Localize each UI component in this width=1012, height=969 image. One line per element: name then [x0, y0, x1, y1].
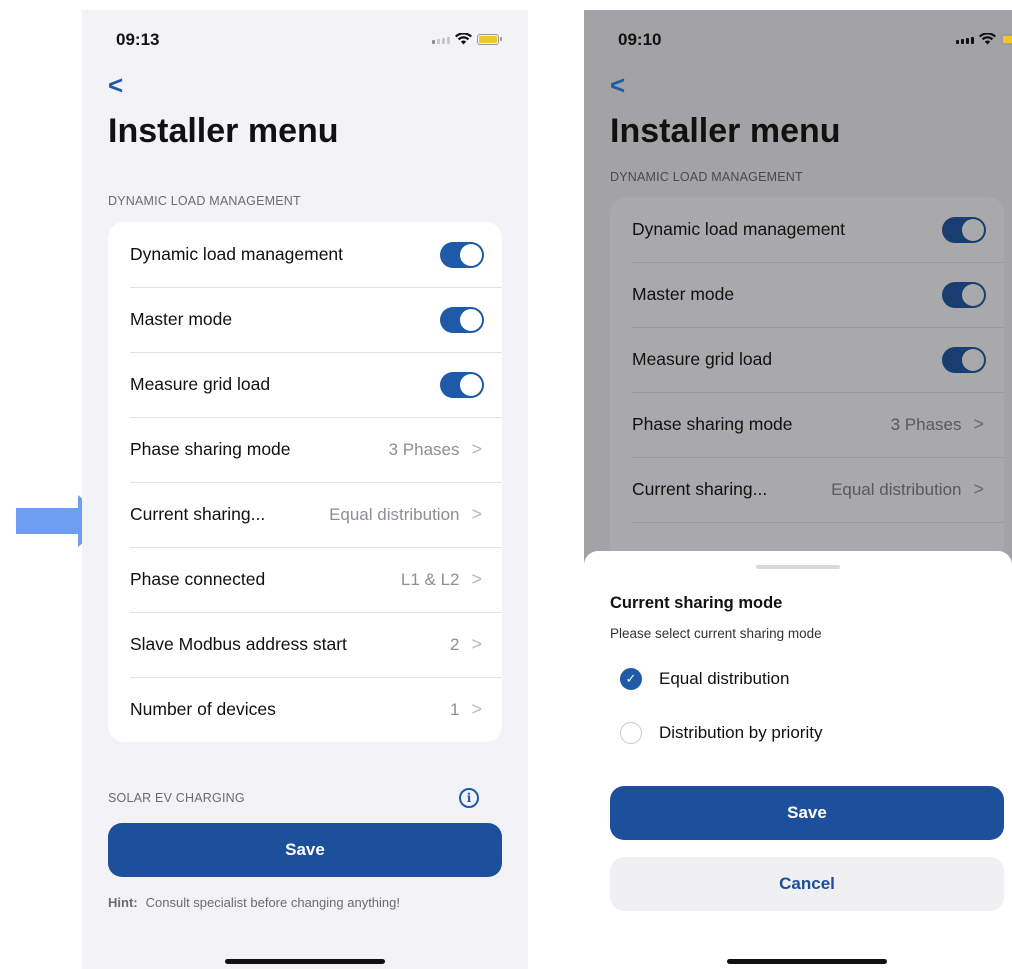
row-label: Number of devices — [130, 699, 276, 719]
row-value: Equal distribution — [831, 479, 962, 499]
row-phase-connected[interactable]: Phase connected L1 & L2 > — [130, 547, 502, 612]
status-icons — [956, 33, 1012, 45]
divider — [632, 522, 1004, 523]
row-number-of-devices[interactable]: Number of devices 1 > — [130, 677, 502, 742]
row-label: Slave Modbus address start — [130, 634, 347, 654]
row-value: 3 Phases — [388, 439, 460, 459]
left-phone-screen: 09:13 < Installer menu DYNAMIC LOAD MANA… — [82, 10, 528, 969]
row-label: Measure grid load — [632, 349, 773, 369]
dynamic-load-toggle[interactable] — [942, 216, 986, 243]
signal-icon — [956, 34, 974, 44]
row-label: Dynamic load management — [130, 244, 344, 264]
row-current-sharing[interactable]: Current sharing... Equal distribution > — [130, 482, 502, 547]
row-value: L1 & L2 — [400, 569, 460, 589]
row-label: Measure grid load — [130, 374, 271, 394]
row-master-mode[interactable]: Master mode — [632, 262, 1004, 327]
page-title: Installer menu — [108, 112, 339, 150]
row-master-mode[interactable]: Master mode — [130, 287, 502, 352]
info-icon[interactable]: i — [459, 788, 479, 808]
row-label: Master mode — [130, 309, 233, 329]
row-measure-grid-load[interactable]: Measure grid load — [632, 327, 1004, 392]
chevron-right-icon: > — [973, 414, 984, 434]
chevron-right-icon: > — [471, 439, 482, 459]
chevron-right-icon: > — [973, 479, 984, 499]
dynamic-load-toggle[interactable] — [440, 241, 484, 268]
master-mode-toggle[interactable] — [440, 306, 484, 333]
hint-label: Hint: — [108, 895, 138, 910]
wifi-icon — [455, 33, 472, 45]
measure-grid-load-toggle[interactable] — [440, 371, 484, 398]
status-time: 09:10 — [618, 30, 662, 49]
section-header-solar: SOLAR EV CHARGING — [108, 791, 245, 805]
row-label: Phase sharing mode — [632, 414, 793, 434]
radio-unchecked-icon[interactable] — [620, 722, 642, 744]
row-measure-grid-load[interactable]: Measure grid load — [130, 352, 502, 417]
settings-group-dimmed: Dynamic load management Master mode Meas… — [610, 197, 1004, 577]
back-button[interactable]: < — [108, 72, 123, 98]
master-mode-toggle[interactable] — [942, 281, 986, 308]
wifi-icon — [979, 33, 996, 45]
measure-grid-load-toggle[interactable] — [942, 346, 986, 373]
signal-icon — [432, 34, 450, 44]
row-label: Master mode — [632, 284, 735, 304]
checkmark-icon[interactable]: ✓ — [620, 668, 642, 690]
page-title: Installer menu — [610, 112, 841, 150]
row-label: Phase sharing mode — [130, 439, 291, 459]
row-slave-modbus-address[interactable]: Slave Modbus address start 2 > — [130, 612, 502, 677]
row-phase-sharing-mode[interactable]: Phase sharing mode 3 Phases > — [632, 392, 1004, 457]
row-value: Equal distribution — [329, 504, 460, 524]
chevron-right-icon: > — [471, 699, 482, 719]
sheet-subtitle: Please select current sharing mode — [610, 626, 822, 641]
row-dynamic-load-management[interactable]: Dynamic load management — [632, 197, 1004, 262]
chevron-right-icon: > — [471, 634, 482, 654]
section-header-dlm: DYNAMIC LOAD MANAGEMENT — [108, 194, 301, 208]
chevron-right-icon: > — [471, 504, 482, 524]
right-phone-screen: 09:10 < Installer menu DYNAMIC LOAD MANA… — [584, 10, 1012, 969]
sheet-title: Current sharing mode — [610, 594, 783, 612]
chevron-right-icon: > — [471, 569, 482, 589]
row-phase-sharing-mode[interactable]: Phase sharing mode 3 Phases > — [130, 417, 502, 482]
row-label: Phase connected — [130, 569, 266, 589]
save-button[interactable]: Save — [610, 786, 1004, 840]
sheet-grabber[interactable] — [756, 565, 840, 569]
home-indicator[interactable] — [727, 959, 887, 964]
row-label: Dynamic load management — [632, 219, 846, 239]
back-button[interactable]: < — [610, 72, 625, 98]
bottom-sheet: Current sharing mode Please select curre… — [584, 551, 1012, 969]
settings-group: Dynamic load management Master mode Meas… — [108, 222, 502, 742]
cancel-button[interactable]: Cancel — [610, 857, 1004, 911]
save-button[interactable]: Save — [108, 823, 502, 877]
battery-icon — [477, 33, 502, 45]
battery-icon — [1001, 33, 1012, 45]
hint-text: Hint: Consult specialist before changing … — [108, 895, 400, 910]
status-icons — [432, 33, 502, 45]
row-label: Current sharing... — [130, 504, 266, 524]
row-value: 3 Phases — [890, 414, 962, 434]
row-label: Current sharing... — [632, 479, 768, 499]
home-indicator[interactable] — [225, 959, 385, 964]
row-value: 1 — [450, 699, 460, 719]
hint-message: Consult specialist before changing anyth… — [145, 895, 400, 910]
row-value: 2 — [450, 634, 460, 654]
row-current-sharing[interactable]: Current sharing... Equal distribution > — [632, 457, 1004, 522]
row-dynamic-load-management[interactable]: Dynamic load management — [130, 222, 502, 287]
option-equal-distribution[interactable]: ✓ Equal distribution — [620, 668, 789, 690]
option-label: Distribution by priority — [659, 723, 823, 742]
option-distribution-by-priority[interactable]: Distribution by priority — [620, 722, 822, 744]
section-header-dlm: DYNAMIC LOAD MANAGEMENT — [610, 170, 803, 184]
option-label: Equal distribution — [659, 669, 790, 688]
status-time: 09:13 — [116, 30, 160, 49]
